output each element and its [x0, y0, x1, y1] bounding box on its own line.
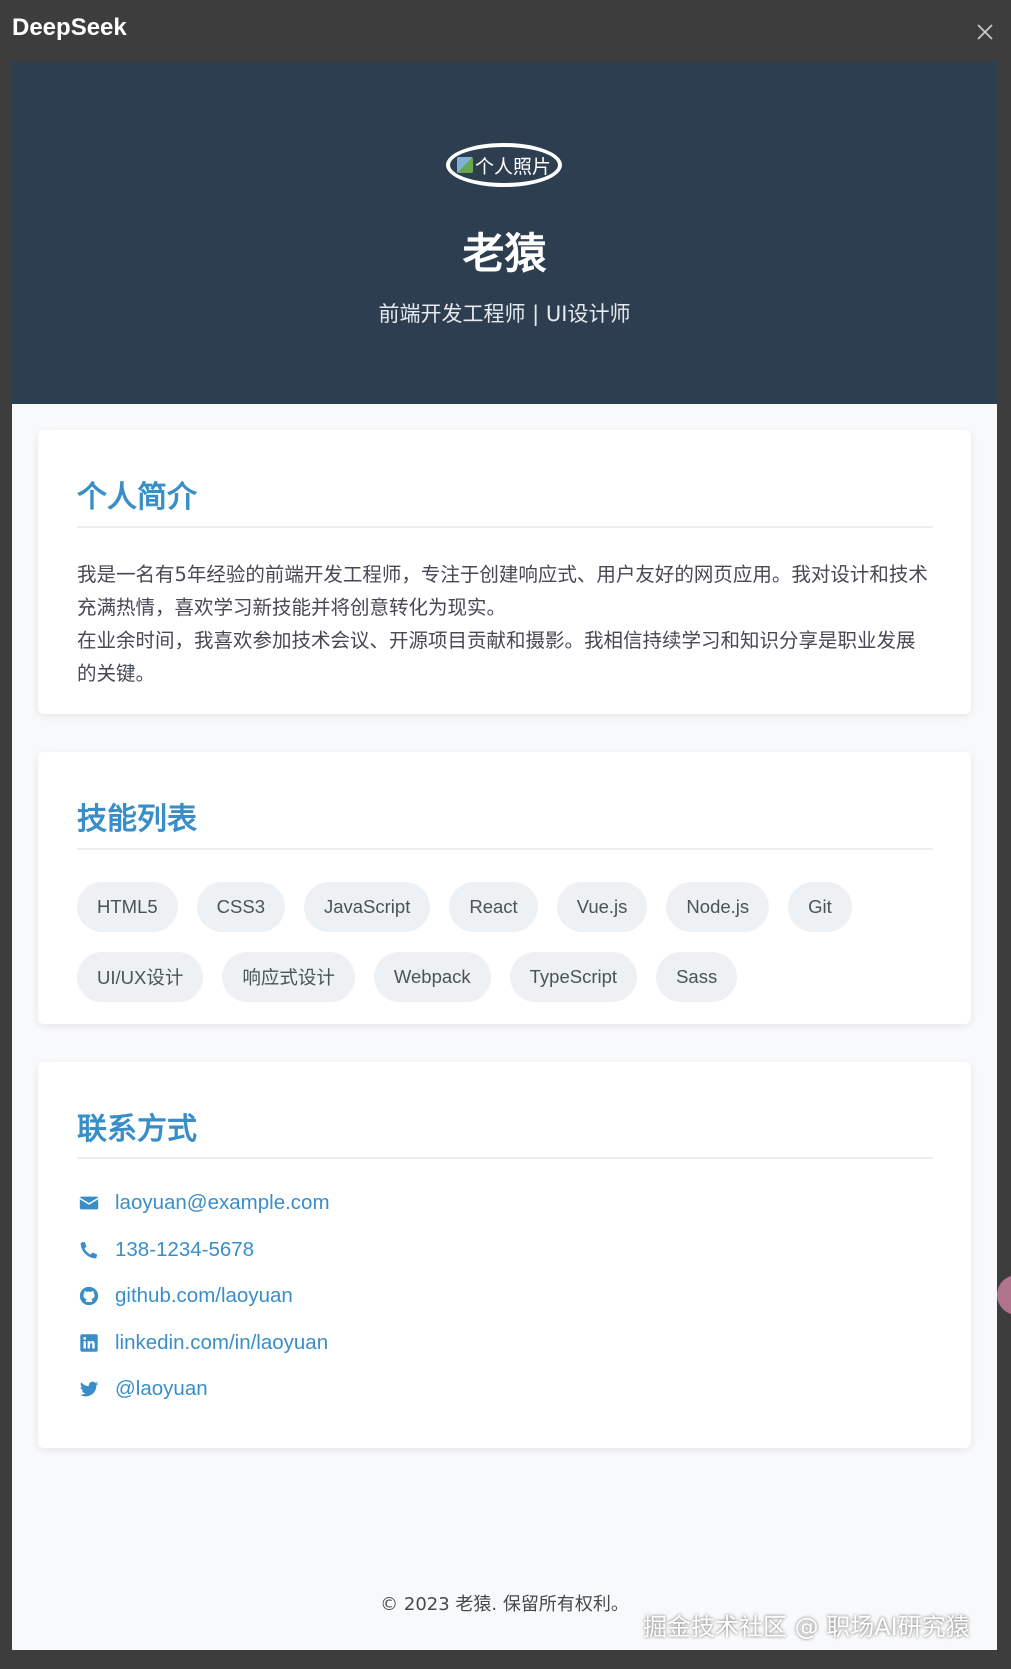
broken-image-icon	[456, 157, 473, 173]
skill-tag: HTML5	[77, 882, 178, 932]
skill-tag: CSS3	[196, 882, 285, 932]
twitter-icon	[77, 1377, 101, 1401]
contact-item-github: github.com/laoyuan	[77, 1273, 933, 1320]
skill-tag: JavaScript	[303, 882, 431, 932]
phone-link[interactable]: 138-1234-5678	[115, 1238, 254, 1262]
skills-divider	[77, 848, 933, 850]
linkedin-icon	[77, 1331, 101, 1355]
skill-tag: Sass	[656, 952, 738, 1002]
skill-tag: Node.js	[666, 882, 770, 932]
contact-card: 联系方式 laoyuan@example.com 138-1234-5678 g…	[38, 1062, 971, 1448]
skill-tag: UI/UX设计	[77, 952, 204, 1002]
contact-title: 联系方式	[77, 1112, 197, 1147]
skill-tag: Webpack	[373, 952, 491, 1002]
phone-icon	[77, 1238, 101, 1262]
skill-tag: React	[449, 882, 538, 932]
skills-card: 技能列表 HTML5 CSS3 JavaScript React Vue.js …	[38, 752, 971, 1024]
contact-item-email: laoyuan@example.com	[77, 1180, 933, 1227]
browser-viewport: 个人照片 老猿 前端开发工程师 | UI设计师 个人简介 我是一名有5年经验的前…	[12, 62, 997, 1650]
hero-header: 个人照片 老猿 前端开发工程师 | UI设计师	[12, 62, 997, 404]
about-text: 我是一名有5年经验的前端开发工程师，专注于创建响应式、用户友好的网页应用。我对设…	[77, 558, 933, 690]
profile-name: 老猿	[462, 229, 547, 278]
email-link[interactable]: laoyuan@example.com	[115, 1191, 330, 1215]
profile-photo-alt: 个人照片	[474, 156, 551, 178]
envelope-icon	[77, 1191, 101, 1215]
app-title: DeepSeek	[12, 14, 127, 41]
about-title: 个人简介	[77, 480, 197, 515]
profile-role: 前端开发工程师 | UI设计师	[378, 302, 631, 326]
skill-tag: Git	[788, 882, 852, 932]
skills-list: HTML5 CSS3 JavaScript React Vue.js Node.…	[77, 882, 933, 1002]
about-divider	[77, 526, 933, 528]
github-icon	[77, 1284, 101, 1308]
linkedin-link[interactable]: linkedin.com/in/laoyuan	[115, 1331, 328, 1355]
about-paragraph: 我是一名有5年经验的前端开发工程师，专注于创建响应式、用户友好的网页应用。我对设…	[77, 563, 928, 619]
contact-item-twitter: @laoyuan	[77, 1366, 933, 1413]
close-button[interactable]	[973, 20, 997, 44]
skills-title: 技能列表	[77, 802, 197, 837]
close-icon	[977, 24, 993, 40]
about-paragraph: 在业余时间，我喜欢参加技术会议、开源项目贡献和摄影。我相信持续学习和知识分享是职…	[77, 629, 916, 685]
skill-tag: 响应式设计	[222, 952, 355, 1002]
contact-item-phone: 138-1234-5678	[77, 1227, 933, 1274]
contact-divider	[77, 1157, 933, 1159]
window-titlebar: DeepSeek	[0, 0, 1011, 62]
floating-side-handle[interactable]	[997, 1275, 1011, 1315]
twitter-link[interactable]: @laoyuan	[115, 1377, 208, 1401]
contact-item-linkedin: linkedin.com/in/laoyuan	[77, 1320, 933, 1367]
contact-list: laoyuan@example.com 138-1234-5678 github…	[77, 1180, 933, 1413]
github-link[interactable]: github.com/laoyuan	[115, 1284, 293, 1308]
watermark: 掘金技术社区 @ 职场AI研究猿	[643, 1613, 970, 1641]
about-card: 个人简介 我是一名有5年经验的前端开发工程师，专注于创建响应式、用户友好的网页应…	[38, 430, 971, 714]
skill-tag: Vue.js	[556, 882, 648, 932]
profile-photo: 个人照片	[446, 143, 562, 187]
skill-tag: TypeScript	[509, 952, 638, 1002]
